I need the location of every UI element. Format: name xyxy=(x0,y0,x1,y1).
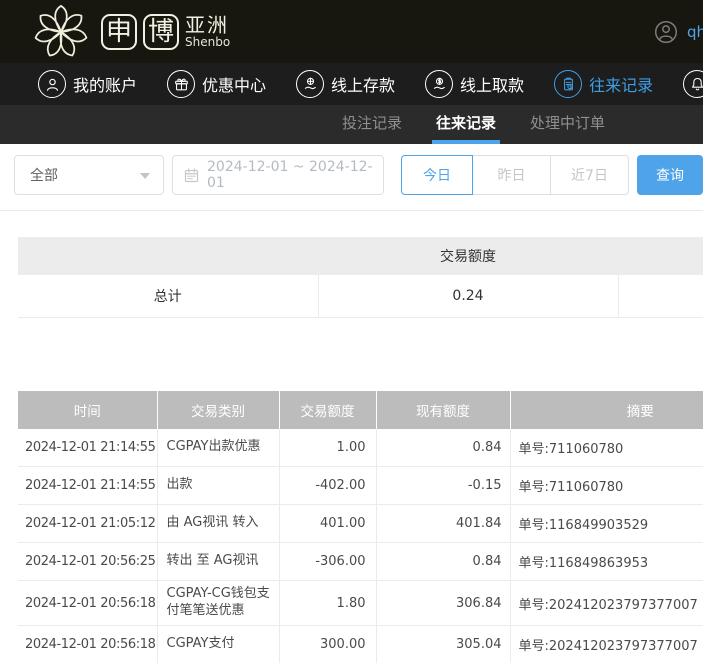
bell-icon xyxy=(683,70,703,98)
tab-transaction-records[interactable]: 往来记录 xyxy=(432,105,500,144)
calendar-icon xyxy=(183,167,200,184)
table-row: 2024-12-01 21:14:55 出款 -402.00 -0.15 单号:… xyxy=(18,467,703,505)
cell-time: 2024-12-01 20:56:18 xyxy=(18,581,157,626)
deposit-icon xyxy=(296,70,324,98)
withdraw-icon xyxy=(425,70,453,98)
summary-header-label: 交易额度 xyxy=(318,237,618,275)
cell-amount: 300.00 xyxy=(279,626,376,663)
summary-header-empty xyxy=(18,237,318,275)
cell-memo: 单号:711060780 xyxy=(510,429,703,467)
promo-icon xyxy=(167,70,195,98)
cell-type: CGPAY出款优惠 xyxy=(157,429,279,467)
summary-empty-cell xyxy=(618,275,703,317)
cell-type: 转出 至 AG视讯 xyxy=(157,543,279,581)
filter-bar: 全部 2024-12-01 ~ 2024-12-01 今日 昨日 近7日 查询 xyxy=(0,144,703,197)
cell-balance: 401.84 xyxy=(376,505,510,543)
user-area[interactable]: qh xyxy=(653,19,703,45)
col-header-time: 时间 xyxy=(18,391,157,429)
cell-amount: 401.00 xyxy=(279,505,376,543)
cell-balance: 0.84 xyxy=(376,429,510,467)
tab-betting-records[interactable]: 投注记录 xyxy=(338,105,406,144)
cell-time: 2024-12-01 20:56:25 xyxy=(18,543,157,581)
cell-memo: 单号:116849903529 xyxy=(510,505,703,543)
nav-item-label: 线上取款 xyxy=(460,72,524,96)
search-button[interactable]: 查询 xyxy=(637,155,703,195)
cell-type: CGPAY支付 xyxy=(157,626,279,663)
cell-time: 2024-12-01 21:14:55 xyxy=(18,429,157,467)
type-select[interactable]: 全部 xyxy=(14,155,164,195)
logo-char-shen: 申 xyxy=(101,14,137,50)
summary-header-row: 交易额度 xyxy=(18,237,703,275)
cell-type: 由 AG视讯 转入 xyxy=(157,505,279,543)
username-text[interactable]: qh xyxy=(687,23,703,41)
main-nav: 我的账户 优惠中心 线上存款 xyxy=(0,63,703,105)
nav-item-withdraw[interactable]: 线上取款 xyxy=(425,70,524,98)
col-header-memo: 摘要 xyxy=(510,391,703,429)
brand-text: 亚洲 Shenbo xyxy=(185,15,230,49)
nav-item-transaction-records[interactable]: 往来记录 xyxy=(554,70,653,98)
account-icon xyxy=(38,70,66,98)
summary-total-label: 总计 xyxy=(18,275,318,317)
summary-total-value: 0.24 xyxy=(318,275,618,317)
cell-memo: 单号:116849863953 xyxy=(510,543,703,581)
nav-item-label: 优惠中心 xyxy=(202,72,266,96)
cell-memo: 单号:202412023797377007 xyxy=(510,626,703,663)
cell-amount: 1.00 xyxy=(279,429,376,467)
records-icon xyxy=(554,70,582,98)
col-header-type: 交易类别 xyxy=(157,391,279,429)
summary-total-row: 总计 0.24 xyxy=(18,275,703,317)
table-row: 2024-12-01 21:14:55 CGPAY出款优惠 1.00 0.84 … xyxy=(18,429,703,467)
top-header: 申 博 亚洲 Shenbo qh xyxy=(0,0,703,63)
nav-item-notifications[interactable] xyxy=(683,70,703,98)
user-avatar-icon[interactable] xyxy=(653,19,679,45)
table-row: 2024-12-01 20:56:25 转出 至 AG视讯 -306.00 0.… xyxy=(18,543,703,581)
chevron-down-icon xyxy=(140,173,150,179)
col-header-balance: 现有额度 xyxy=(376,391,510,429)
cell-amount: -306.00 xyxy=(279,543,376,581)
table-row: 2024-12-01 20:56:18 CGPAY支付 300.00 305.0… xyxy=(18,626,703,663)
cell-amount: -402.00 xyxy=(279,467,376,505)
tab-pending-orders[interactable]: 处理中订单 xyxy=(526,105,609,144)
summary-header-empty xyxy=(618,237,703,275)
page: 申 博 亚洲 Shenbo qh 我的账户 xyxy=(0,0,703,663)
summary-table: 交易额度 总计 0.24 xyxy=(18,237,703,318)
yesterday-button[interactable]: 昨日 xyxy=(472,155,551,195)
transactions-header-row: 时间 交易类别 交易额度 现有额度 摘要 xyxy=(18,391,703,429)
cell-balance: 305.04 xyxy=(376,626,510,663)
transactions-table: 时间 交易类别 交易额度 现有额度 摘要 2024-12-01 21:14:55… xyxy=(18,391,703,663)
quick-range-group: 今日 昨日 近7日 xyxy=(401,155,629,195)
today-button[interactable]: 今日 xyxy=(401,155,473,195)
cell-time: 2024-12-01 21:05:12 xyxy=(18,505,157,543)
brand-subtitle: Shenbo xyxy=(185,36,230,49)
type-select-value: 全部 xyxy=(30,165,58,185)
cell-memo: 单号:202412023797377007 xyxy=(510,581,703,626)
cell-time: 2024-12-01 21:14:55 xyxy=(18,467,157,505)
flower-logo-icon xyxy=(30,3,92,61)
cell-balance: 306.84 xyxy=(376,581,510,626)
date-range-value: 2024-12-01 ~ 2024-12-01 xyxy=(207,159,383,191)
nav-item-deposit[interactable]: 线上存款 xyxy=(296,70,395,98)
nav-item-label: 往来记录 xyxy=(589,72,653,96)
cell-memo: 单号:711060780 xyxy=(510,467,703,505)
section-divider xyxy=(0,210,703,211)
logo-char-bo: 博 xyxy=(143,14,179,50)
cell-balance: 0.84 xyxy=(376,543,510,581)
cell-type: CGPAY-CG钱包支付笔笔送优惠 xyxy=(157,581,279,626)
table-row: 2024-12-01 20:56:18 CGPAY-CG钱包支付笔笔送优惠 1.… xyxy=(18,581,703,626)
cell-time: 2024-12-01 20:56:18 xyxy=(18,626,157,663)
col-header-amount: 交易额度 xyxy=(279,391,376,429)
nav-item-promotions[interactable]: 优惠中心 xyxy=(167,70,266,98)
nav-item-label: 线上存款 xyxy=(331,72,395,96)
sub-nav: 投注记录 往来记录 处理中订单 xyxy=(0,105,703,144)
nav-item-my-account[interactable]: 我的账户 xyxy=(38,70,137,98)
cell-amount: 1.80 xyxy=(279,581,376,626)
cell-balance: -0.15 xyxy=(376,467,510,505)
brand-region: 亚洲 xyxy=(185,15,230,36)
last7days-button[interactable]: 近7日 xyxy=(550,155,629,195)
nav-item-label: 我的账户 xyxy=(73,72,137,96)
table-row: 2024-12-01 21:05:12 由 AG视讯 转入 401.00 401… xyxy=(18,505,703,543)
date-range-input[interactable]: 2024-12-01 ~ 2024-12-01 xyxy=(172,155,384,195)
cell-type: 出款 xyxy=(157,467,279,505)
